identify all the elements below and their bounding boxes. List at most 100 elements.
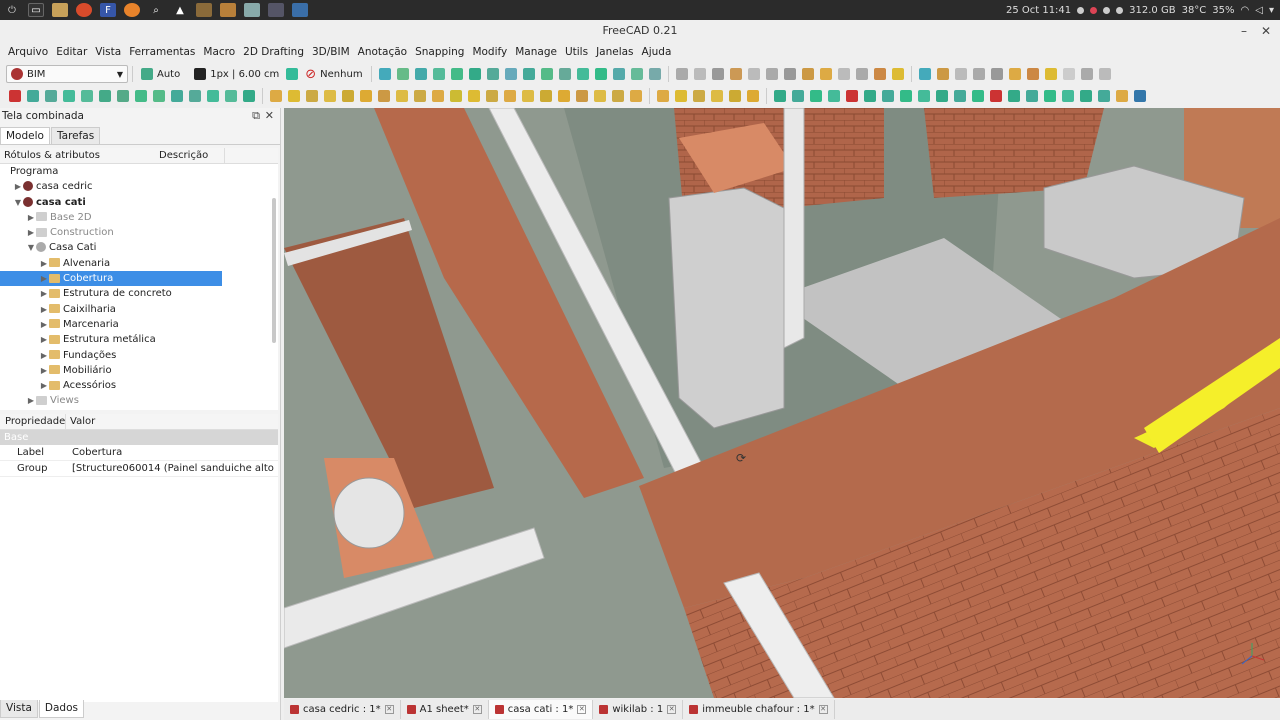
terminal-icon[interactable]: ▭	[28, 3, 44, 17]
menu-ajuda[interactable]: Ajuda	[638, 46, 676, 58]
view-tool-icon[interactable]	[675, 68, 688, 80]
collapse-arrow-icon[interactable]: ▼	[26, 240, 36, 255]
arch-panel-icon[interactable]	[468, 90, 480, 102]
expand-arrow-icon[interactable]: ▶	[39, 271, 49, 286]
annotation-icon[interactable]	[657, 90, 669, 102]
menu-anotacao[interactable]: Anotação	[354, 46, 411, 58]
menu-vista[interactable]: Vista	[91, 46, 125, 58]
modify-subelement-icon[interactable]	[1062, 90, 1074, 102]
modify-copy-icon[interactable]	[792, 90, 804, 102]
snap-ortho-icon[interactable]	[576, 68, 589, 80]
tree-item[interactable]: ▶ Construction	[0, 225, 278, 240]
arch-building-icon[interactable]	[612, 90, 624, 102]
snap-midpoint-icon[interactable]	[414, 68, 427, 80]
draft-point-icon[interactable]	[225, 90, 237, 102]
tree-item[interactable]: ▼ casa cati	[0, 195, 278, 210]
modify-split-icon[interactable]	[882, 90, 894, 102]
modify-array-icon[interactable]	[972, 90, 984, 102]
tree-item[interactable]: ▶ Acessórios	[0, 378, 278, 393]
annotation-icon-3[interactable]	[693, 90, 705, 102]
document-tab[interactable]: immeuble chafour : 1* ✕	[683, 700, 835, 719]
tree-item[interactable]: ▶ Alvenaria	[0, 256, 278, 271]
expand-arrow-icon[interactable]: ▶	[26, 393, 36, 408]
modify-extra-icon[interactable]	[1116, 90, 1128, 102]
tree-item[interactable]: ▶ Views	[0, 393, 278, 408]
modify-join-icon[interactable]	[864, 90, 876, 102]
tree-item[interactable]: ▶ Base 2D	[0, 210, 278, 225]
tree-header-labels[interactable]: Rótulos & atributos	[0, 148, 155, 163]
expand-arrow-icon[interactable]: ▶	[39, 363, 49, 378]
document-tab[interactable]: casa cati : 1* ✕	[488, 700, 594, 719]
view-tool-icon-3[interactable]	[711, 68, 724, 80]
menu-2d-drafting[interactable]: 2D Drafting	[239, 46, 308, 58]
annotation-icon-5[interactable]	[729, 90, 741, 102]
close-window-icon[interactable]: ✕	[1256, 20, 1276, 42]
tab-tarefas[interactable]: Tarefas	[50, 127, 101, 144]
draft-circle-icon[interactable]	[117, 90, 129, 102]
close-tab-icon[interactable]: ✕	[577, 705, 587, 714]
close-tab-icon[interactable]: ✕	[384, 705, 394, 714]
arch-level-icon[interactable]	[558, 90, 570, 102]
tree-item[interactable]: ▶ Estrutura metálica	[0, 332, 278, 347]
property-value[interactable]: Cobertura	[70, 445, 275, 460]
files-icon[interactable]	[52, 3, 68, 17]
menu-ferramentas[interactable]: Ferramentas	[125, 46, 199, 58]
tree-item[interactable]: ▶ Marcenaria	[0, 317, 278, 332]
annotation-icon-6[interactable]	[747, 90, 759, 102]
expand-arrow-icon[interactable]: ▶	[39, 332, 49, 347]
modify-extra-icon-2[interactable]	[1134, 90, 1146, 102]
menu-3d-bim[interactable]: 3D/BIM	[308, 46, 354, 58]
arch-tool-icon-10[interactable]	[1080, 68, 1093, 80]
arch-tool-icon-9[interactable]	[1062, 68, 1075, 80]
arch-fence-icon[interactable]	[504, 90, 516, 102]
arch-beam-icon[interactable]	[342, 90, 354, 102]
draft-fillet-icon[interactable]	[63, 90, 75, 102]
menu-modify[interactable]: Modify	[468, 46, 511, 58]
arch-project-icon[interactable]	[630, 90, 642, 102]
expand-arrow-icon[interactable]: ▶	[26, 225, 36, 240]
modify-offset-icon[interactable]	[828, 90, 840, 102]
snap-intersection-icon[interactable]	[468, 68, 481, 80]
snap-dimensions-icon[interactable]	[630, 68, 643, 80]
arch-wall-icon[interactable]	[270, 90, 282, 102]
snap-plane-icon[interactable]	[612, 68, 625, 80]
modify-downgrade-icon[interactable]	[918, 90, 930, 102]
tree-item[interactable]: ▶ casa cedric	[0, 179, 278, 194]
draft-arc-3pt-icon[interactable]	[99, 90, 111, 102]
view-tool-icon-2[interactable]	[693, 68, 706, 80]
snap-grid-icon[interactable]	[594, 68, 607, 80]
tree-item[interactable]: ▼ Casa Cati	[0, 240, 278, 255]
arch-tool-icon-8[interactable]	[1044, 68, 1057, 80]
document-tab[interactable]: A1 sheet* ✕	[401, 700, 489, 719]
arch-tool-icon-3[interactable]	[954, 68, 967, 80]
close-panel-icon[interactable]: ✕	[265, 108, 274, 124]
snap-angle-icon[interactable]	[450, 68, 463, 80]
snap-lock-icon[interactable]	[378, 68, 391, 80]
close-tab-icon[interactable]: ✕	[472, 705, 482, 714]
property-group-base[interactable]: Base	[0, 430, 278, 445]
bim-tool-icon-10[interactable]	[891, 68, 904, 80]
annotation-icon-2[interactable]	[675, 90, 687, 102]
arch-tool-icon-5[interactable]	[990, 68, 1003, 80]
property-row-group[interactable]: Group [Structure060014 (Painel sanduiche…	[0, 461, 278, 477]
arch-frame-icon[interactable]	[486, 90, 498, 102]
snap-center-icon[interactable]	[432, 68, 445, 80]
arch-curtainwall-icon[interactable]	[306, 90, 318, 102]
arch-space-icon[interactable]	[576, 90, 588, 102]
draft-ellipse-icon[interactable]	[135, 90, 147, 102]
power-icon[interactable]: ⏻	[4, 3, 20, 17]
bim-tool-icon-8[interactable]	[855, 68, 868, 80]
draft-tool-icon[interactable]	[9, 90, 21, 102]
snap-workingplane-icon[interactable]	[648, 68, 661, 80]
document-tab[interactable]: casa cedric : 1* ✕	[284, 700, 401, 719]
arch-tool-icon[interactable]	[918, 68, 931, 80]
draft-rectangle-icon[interactable]	[153, 90, 165, 102]
menu-janelas[interactable]: Janelas	[592, 46, 637, 58]
bim-tool-icon-2[interactable]	[747, 68, 760, 80]
workbench-selector[interactable]: BIM ▼	[6, 65, 128, 83]
arch-stairs-icon[interactable]	[432, 90, 444, 102]
close-tab-icon[interactable]: ✕	[667, 705, 677, 714]
arch-tool-icon-7[interactable]	[1026, 68, 1039, 80]
collapse-arrow-icon[interactable]: ▼	[13, 195, 23, 210]
draft-bezier-icon[interactable]	[207, 90, 219, 102]
